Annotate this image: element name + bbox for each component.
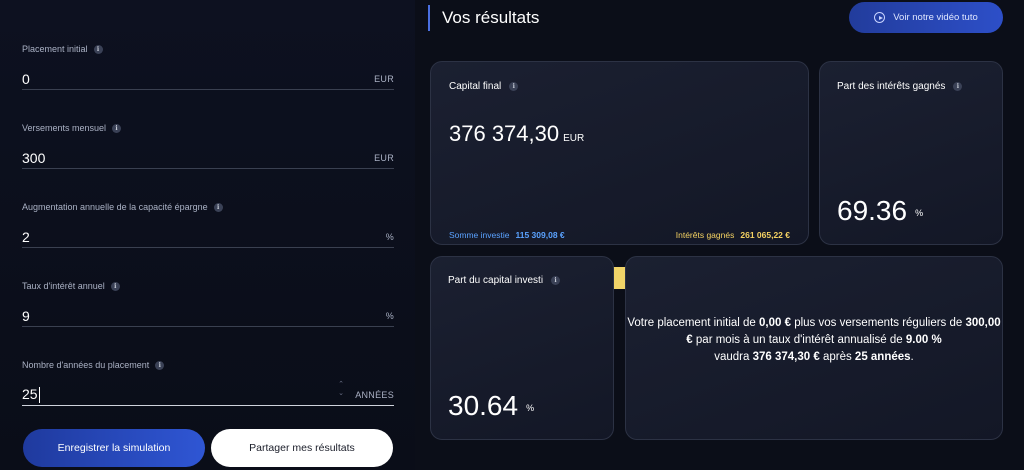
field-value[interactable]: 0 xyxy=(22,71,30,87)
field-value[interactable]: 2 xyxy=(22,229,30,245)
field-monthly-payment: Versements mensuel i 300 EUR xyxy=(22,123,394,169)
percent-unit: % xyxy=(915,207,924,218)
info-icon[interactable]: i xyxy=(93,44,103,54)
years-input[interactable]: 25 ⌃ ⌄ ANNÉES xyxy=(22,381,394,406)
video-tutorial-button[interactable]: Voir notre vidéo tuto xyxy=(849,2,1003,33)
card-label: Part du capital investi xyxy=(448,275,544,286)
capital-unit: EUR xyxy=(563,133,585,144)
card-label: Capital final xyxy=(449,81,502,92)
capital-share-card: Part du capital investi i 30.64% xyxy=(430,256,614,440)
chevron-down-icon[interactable]: ⌄ xyxy=(338,390,344,397)
field-interest-rate: Taux d'intérêt annuel i 9 % xyxy=(22,281,394,327)
info-icon[interactable]: i xyxy=(112,123,122,133)
video-tutorial-label: Voir notre vidéo tuto xyxy=(893,12,978,23)
interest-share-card: Part des intérêts gagnés i 69.36% xyxy=(819,61,1003,245)
summary-text: Votre placement initial de 0,00 € plus v… xyxy=(627,317,1001,363)
play-icon xyxy=(874,12,886,23)
interest-earned-value: 261 065,22 € xyxy=(740,230,790,240)
field-value[interactable]: 300 xyxy=(22,150,45,166)
field-label: Nombre d'années du placement xyxy=(22,360,150,370)
field-unit: % xyxy=(385,231,394,242)
field-label: Augmentation annuelle de la capacité épa… xyxy=(22,202,208,212)
years-amount: 25 années xyxy=(854,351,911,363)
field-value[interactable]: 25 xyxy=(22,386,38,402)
field-label: Versements mensuel xyxy=(22,123,107,133)
capital-final-card: Capital final i 376 374,30 EUR Somme inve… xyxy=(430,61,809,289)
field-unit: EUR xyxy=(374,73,394,84)
share-results-button[interactable]: Partager mes résultats xyxy=(211,429,393,467)
initial-investment-input[interactable]: 0 EUR xyxy=(22,68,394,90)
info-icon[interactable]: i xyxy=(953,82,963,91)
final-amount: 376 374,30 € xyxy=(752,351,820,363)
capital-share-value: 30.64% xyxy=(448,390,535,421)
simulation-form: Placement initial i 0 EUR Versements men… xyxy=(0,0,415,470)
field-unit: ANNÉES xyxy=(355,389,394,400)
field-initial-investment: Placement initial i 0 EUR xyxy=(22,44,394,90)
interest-share-value: 69.36% xyxy=(837,195,924,226)
field-unit: % xyxy=(385,310,394,321)
info-icon[interactable]: i xyxy=(110,281,120,291)
field-label: Taux d'intérêt annuel xyxy=(22,281,105,291)
invested-sum: Somme investie 115 309,08 € xyxy=(449,230,565,240)
interest-rate-input[interactable]: 9 % xyxy=(22,305,394,327)
text-caret xyxy=(38,387,40,404)
title-accent-bar xyxy=(428,5,430,31)
info-icon[interactable]: i xyxy=(509,82,519,91)
field-annual-increase: Augmentation annuelle de la capacité épa… xyxy=(22,202,394,248)
chevron-up-icon[interactable]: ⌃ xyxy=(338,381,344,388)
card-label: Part des intérêts gagnés xyxy=(837,81,946,92)
info-icon[interactable]: i xyxy=(213,202,223,212)
monthly-payment-input[interactable]: 300 EUR xyxy=(22,147,394,169)
rate-amount: 9.00 % xyxy=(905,334,942,346)
field-value[interactable]: 9 xyxy=(22,308,30,324)
annual-increase-input[interactable]: 2 % xyxy=(22,226,394,248)
capital-final-value: 376 374,30 EUR xyxy=(449,121,585,146)
invested-sum-value: 115 309,08 € xyxy=(515,230,565,240)
initial-amount: 0,00 € xyxy=(759,317,791,329)
number-stepper[interactable]: ⌃ ⌄ xyxy=(338,381,344,397)
field-label: Placement initial xyxy=(22,44,88,54)
summary-card: Votre placement initial de 0,00 € plus v… xyxy=(625,256,1003,440)
info-icon[interactable]: i xyxy=(551,276,561,285)
save-simulation-button[interactable]: Enregistrer la simulation xyxy=(23,429,205,467)
info-icon[interactable]: i xyxy=(155,360,165,370)
results-title: Vos résultats xyxy=(442,8,540,27)
percent-unit: % xyxy=(526,402,535,413)
interest-earned: Intérêts gagnés 261 065,22 € xyxy=(675,230,790,240)
field-unit: EUR xyxy=(374,152,394,163)
field-years: Nombre d'années du placement i 25 ⌃ ⌄ AN… xyxy=(22,360,394,406)
